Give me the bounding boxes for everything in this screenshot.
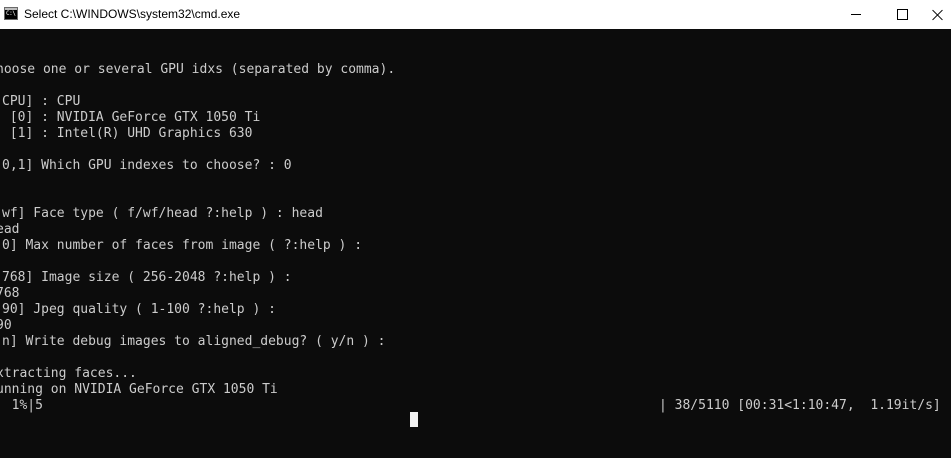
- app-icon-glyph: C:\: [6, 10, 16, 17]
- console-line: hoose one or several GPU idxs (separated…: [0, 62, 396, 77]
- text-cursor: [410, 412, 418, 427]
- console-line: unning on NVIDIA GeForce GTX 1050 Ti: [0, 382, 278, 397]
- console-line: [0] : NVIDIA GeForce GTX 1050 Ti: [2, 110, 261, 125]
- console-line: ead: [0, 222, 20, 237]
- console-line: CPU] : CPU: [2, 94, 81, 109]
- window-title: Select C:\WINDOWS\system32\cmd.exe: [24, 7, 241, 21]
- maximize-icon: [896, 9, 908, 20]
- progress-percent: 1%|5: [0, 398, 43, 413]
- cmd-app-icon[interactable]: C:\: [4, 7, 18, 20]
- console-line: [1] : Intel(R) UHD Graphics 630: [2, 126, 253, 141]
- console-line: 768] Image size ( 256-2048 ?:help ) :: [2, 270, 292, 285]
- cmd-window: C:\ Select C:\WINDOWS\system32\cmd.exe h…: [0, 0, 951, 458]
- console-line: xtracting faces...: [0, 366, 137, 381]
- title-bar[interactable]: C:\ Select C:\WINDOWS\system32\cmd.exe: [0, 0, 951, 29]
- console-line: 90] Jpeg quality ( 1-100 ?:help ) :: [2, 302, 276, 317]
- console-output[interactable]: hoose one or several GPU idxs (separated…: [0, 29, 951, 458]
- console-line: 90: [0, 318, 12, 333]
- close-button[interactable]: [925, 0, 951, 29]
- close-icon: [932, 9, 944, 21]
- console-line: 0,1] Which GPU indexes to choose? : 0: [2, 158, 292, 173]
- progress-stats: | 38/5110 [00:31<1:10:47, 1.19it/s]: [659, 398, 941, 413]
- maximize-button[interactable]: [879, 0, 925, 29]
- console-line: wf] Face type ( f/wf/head ?:help ) : hea…: [2, 206, 323, 221]
- minimize-icon: [851, 14, 861, 15]
- console-line: 768: [0, 286, 20, 301]
- console-line: n] Write debug images to aligned_debug? …: [2, 334, 386, 349]
- console-line: 0] Max number of faces from image ( ?:he…: [2, 238, 363, 253]
- minimize-button[interactable]: [833, 0, 879, 29]
